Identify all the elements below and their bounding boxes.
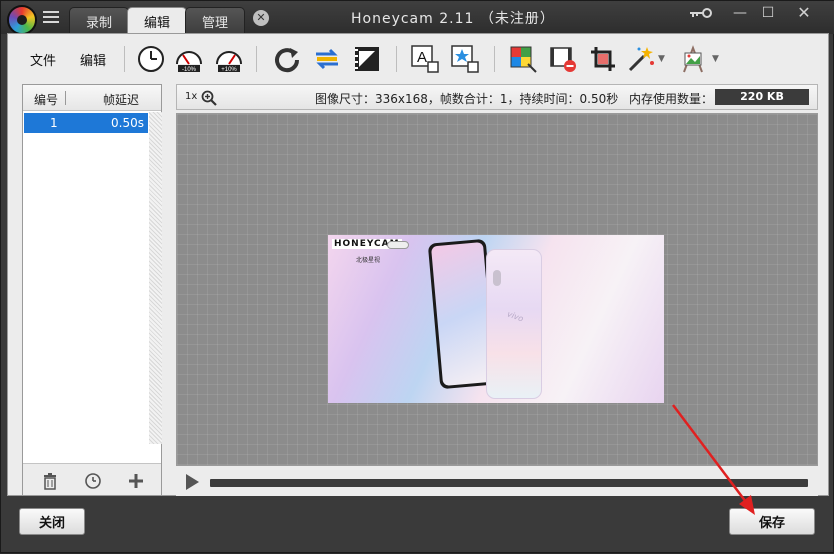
delete-frame-icon[interactable] <box>41 472 59 490</box>
maximize-icon[interactable]: ☐ <box>757 3 779 23</box>
frame-edit-icon[interactable] <box>352 44 382 74</box>
color-icon[interactable] <box>508 44 538 74</box>
rotate-icon[interactable] <box>272 44 302 74</box>
speed-down-icon[interactable]: -10% <box>174 44 204 74</box>
canvas-panel: 1x 图像尺寸：336x168，帧数合计：1，持续时间：0.50秒 内存使用数量… <box>176 84 818 496</box>
save-button[interactable]: 保存 <box>729 508 815 535</box>
memory-label: 内存使用数量： <box>629 92 714 106</box>
sticker-icon[interactable] <box>450 44 480 74</box>
frame-number-header[interactable]: 编号 <box>34 91 58 108</box>
camera-image <box>493 270 501 286</box>
tab-edit[interactable]: 编辑 <box>127 7 187 35</box>
zoom-control[interactable]: 1x <box>183 90 221 106</box>
tab-manage[interactable]: 管理 <box>185 7 245 34</box>
speed-up-icon[interactable]: +10% <box>214 44 244 74</box>
minimize-icon[interactable]: — <box>729 3 751 23</box>
memory-value: 220 KB <box>715 89 809 105</box>
title-bar: 录制 编辑 管理 ✕ Honeycam 2.11 （未注册） — ☐ ✕ <box>1 1 834 35</box>
frame-delay-icon[interactable] <box>136 44 166 74</box>
toolbar-divider <box>494 46 495 72</box>
remove-frames-icon[interactable] <box>548 44 578 74</box>
add-frame-icon[interactable] <box>127 472 145 490</box>
text-icon[interactable]: A <box>410 44 440 74</box>
canvas-info-bar: 1x 图像尺寸：336x168，帧数合计：1，持续时间：0.50秒 内存使用数量… <box>176 84 818 110</box>
timeline-track[interactable] <box>210 479 808 487</box>
frame-number: 1 <box>50 116 58 130</box>
toolbar: 文件 编辑 -10% +10% A ▼ ▼ <box>8 34 828 84</box>
speed-down-label: -10% <box>182 67 197 73</box>
window-title: Honeycam 2.11 （未注册） <box>351 11 555 27</box>
frame-list-scrollbar[interactable] <box>149 112 162 444</box>
zoom-level: 1x <box>185 91 198 102</box>
honeycam-window: 录制 编辑 管理 ✕ Honeycam 2.11 （未注册） — ☐ ✕ 文件 … <box>0 0 834 553</box>
preview-badge <box>387 241 409 249</box>
app-logo-icon[interactable] <box>7 5 37 35</box>
frame-list-panel: 编号 帧延迟 1 0.50s <box>22 84 162 496</box>
frame-delay: 0.50s <box>111 116 144 130</box>
effects-icon[interactable] <box>626 44 656 74</box>
image-info: 图像尺寸：336x168，帧数合计：1，持续时间：0.50秒 <box>315 92 619 106</box>
toolbar-divider <box>256 46 257 72</box>
edit-menu[interactable]: 编辑 <box>80 50 106 69</box>
phone-back-image: vivo <box>486 249 542 399</box>
crop-icon[interactable] <box>588 44 618 74</box>
zoom-icon[interactable] <box>201 90 217 106</box>
menu-icon[interactable] <box>43 11 59 25</box>
file-menu[interactable]: 文件 <box>30 50 56 69</box>
filter-dropdown-icon[interactable]: ▼ <box>712 54 719 64</box>
header-divider <box>65 91 66 105</box>
reverse-icon[interactable] <box>312 44 342 74</box>
play-icon[interactable] <box>186 474 199 490</box>
phone-brand: vivo <box>505 309 525 324</box>
set-delay-icon[interactable] <box>84 472 102 490</box>
frame-delay-header[interactable]: 帧延迟 <box>103 91 139 108</box>
toolbar-divider <box>124 46 125 72</box>
canvas-grid[interactable]: HONEYCAM 北极星视 vivo <box>176 113 818 466</box>
speed-up-label: +10% <box>221 67 237 73</box>
frame-list-actions <box>23 463 161 495</box>
toolbar-divider <box>396 46 397 72</box>
svg-text:A: A <box>417 49 427 66</box>
close-tab-icon[interactable]: ✕ <box>253 10 269 26</box>
filter-icon[interactable] <box>678 44 708 74</box>
key-icon[interactable] <box>687 5 713 21</box>
close-icon[interactable]: ✕ <box>793 3 815 23</box>
preview-subtitle: 北极星视 <box>356 257 381 264</box>
editor-body: 文件 编辑 -10% +10% A ▼ ▼ 编号 帧延迟 1 0.50s 1x … <box>7 33 829 496</box>
tab-record[interactable]: 录制 <box>69 7 129 34</box>
gif-preview-image: HONEYCAM 北极星视 vivo <box>328 235 664 403</box>
close-button[interactable]: 关闭 <box>19 508 85 535</box>
playback-bar <box>176 468 818 496</box>
effects-dropdown-icon[interactable]: ▼ <box>658 54 665 64</box>
frame-list-header: 编号 帧延迟 <box>23 85 161 111</box>
frame-row[interactable]: 1 0.50s <box>24 113 148 133</box>
